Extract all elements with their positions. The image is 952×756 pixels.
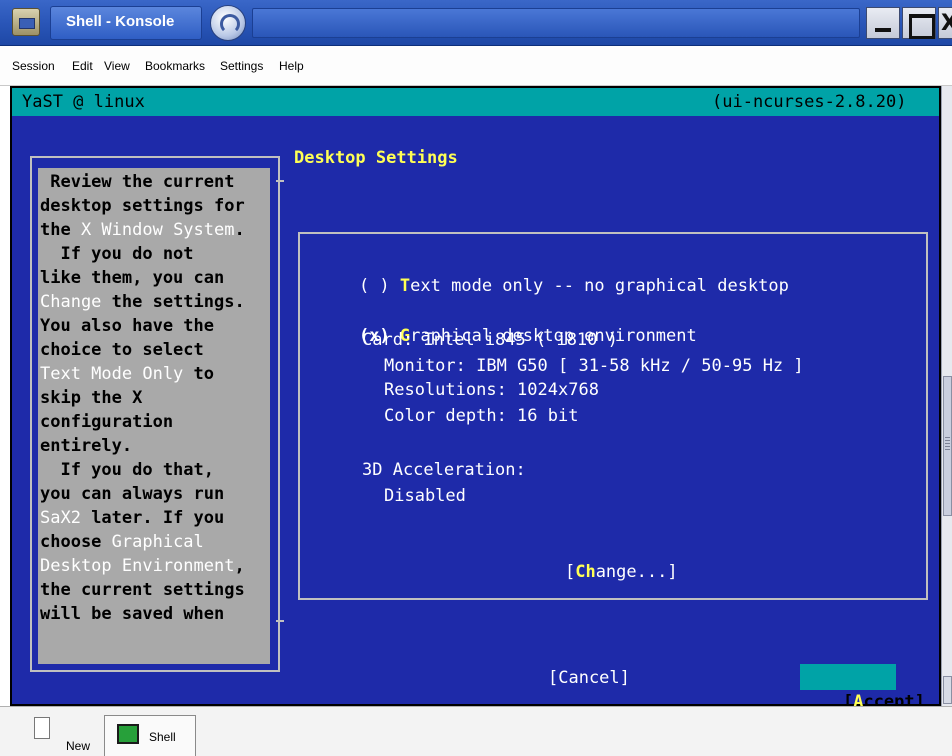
yast-terminal: YaST @ linux (ui-ncurses-2.8.20) Desktop…: [12, 88, 939, 712]
help-link-text: X Window System: [80, 220, 235, 240]
help-line: Change the settings.: [40, 290, 245, 314]
help-line: desktop settings for: [40, 194, 245, 218]
help-line: SaX2 later. If you: [40, 506, 224, 530]
help-text-segment: entirely.: [40, 436, 133, 456]
help-line: You also have the: [40, 314, 214, 338]
menu-edit[interactable]: Edit: [72, 59, 93, 73]
minimize-button[interactable]: [866, 7, 900, 39]
change-button[interactable]: [Change...]: [524, 536, 678, 608]
help-text-segment: You also have the: [40, 316, 214, 336]
help-line: the X Window System.: [40, 218, 245, 242]
help-line: you can always run: [40, 482, 224, 506]
help-line: If you do that,: [40, 458, 214, 482]
change-button-bracket: [: [564, 562, 576, 582]
resolutions-info: Resolutions: 1024x768: [384, 380, 599, 400]
scrollbar-thumb[interactable]: [943, 376, 952, 516]
scrollbar-down-arrow[interactable]: [943, 676, 952, 704]
menu-bookmarks[interactable]: Bookmarks: [145, 59, 205, 73]
help-text-segment: later. If you: [80, 508, 225, 528]
konsole-app-icon[interactable]: [12, 8, 40, 36]
help-text-segment: configuration: [40, 412, 174, 432]
shell-tab-button[interactable]: Shell: [104, 715, 196, 756]
text-mode-marker: ( ): [358, 276, 390, 296]
help-text-segment: skip the X: [40, 388, 143, 408]
help-line: will be saved when: [40, 602, 224, 626]
cancel-button[interactable]: [Cancel]: [548, 666, 630, 690]
help-text-segment: If you do that,: [40, 460, 214, 480]
text-mode-hotkey: T: [399, 276, 411, 296]
help-line: skip the X: [40, 386, 142, 410]
window-title: Shell - Konsole: [66, 13, 175, 30]
help-line: choose Graphical: [40, 530, 204, 554]
help-text-segment: the settings.: [101, 292, 245, 312]
help-text-segment: like them, you can: [40, 268, 225, 288]
text-mode-label: ext mode only -- no graphical desktop: [410, 276, 789, 296]
shell-tab-label: Shell: [149, 730, 176, 744]
help-line: the current settings: [40, 578, 245, 602]
dialog-title: Desktop Settings: [294, 148, 458, 168]
help-text-segment: the current settings: [40, 580, 245, 600]
help-link-text: Text Mode Only: [40, 364, 184, 384]
help-line: entirely.: [40, 434, 132, 458]
new-tab-button[interactable]: New: [34, 717, 100, 756]
help-line: Text Mode Only to: [40, 362, 214, 386]
change-button-label: ange...]: [595, 562, 678, 582]
help-text-segment: choose: [40, 532, 112, 552]
help-scroll-top-tick: [276, 180, 284, 182]
help-line: choice to select: [40, 338, 204, 362]
menu-session[interactable]: Session: [12, 59, 55, 73]
help-line: Review the current: [40, 170, 234, 194]
terminal-scrollbar[interactable]: [941, 86, 952, 706]
menu-view[interactable]: View: [104, 59, 130, 73]
change-button-hotkey: Ch: [575, 562, 596, 582]
close-button[interactable]: [938, 7, 952, 39]
help-text-segment: to: [183, 364, 215, 384]
card-info: Card: Intel i845 ( i810 ): [362, 330, 618, 350]
help-text-segment: will be saved when: [40, 604, 225, 624]
accel-value: Disabled: [384, 486, 466, 506]
help-line: Desktop Environment,: [40, 554, 245, 578]
new-tab-label: New: [66, 739, 91, 753]
maximize-button[interactable]: [902, 7, 936, 39]
kde-menu-icon[interactable]: [210, 5, 246, 41]
menu-help[interactable]: Help: [279, 59, 304, 73]
yast-host-label: YaST @ linux: [22, 92, 145, 112]
help-link-text: Change: [40, 292, 102, 312]
monitor-info: Monitor: IBM G50 [ 31-58 kHz / 50-95 Hz …: [384, 356, 804, 376]
yast-version-label: (ui-ncurses-2.8.20): [712, 92, 907, 112]
help-link-text: SaX2: [40, 508, 81, 528]
accel-label: 3D Acceleration:: [362, 460, 526, 480]
help-text-segment: desktop settings for: [40, 196, 245, 216]
help-link-text: Graphical: [111, 532, 204, 552]
color-depth-info: Color depth: 16 bit: [384, 406, 579, 426]
titlebar-fill: [252, 8, 860, 38]
help-line: like them, you can: [40, 266, 224, 290]
help-text-segment: choice to select: [40, 340, 204, 360]
help-text-segment: the: [40, 220, 81, 240]
new-document-icon: [34, 717, 50, 739]
help-text-segment: .: [234, 220, 245, 240]
help-line: configuration: [40, 410, 173, 434]
menu-bar: Session Edit View Bookmarks Settings Hel…: [0, 46, 952, 86]
help-text-segment: you can always run: [40, 484, 225, 504]
menu-settings[interactable]: Settings: [220, 59, 263, 73]
help-link-text: Desktop Environment: [40, 556, 235, 576]
help-scroll-bottom-tick: [276, 620, 284, 622]
help-text-segment: Review the current: [40, 172, 235, 192]
help-line: If you do not: [40, 242, 194, 266]
terminal-icon: [117, 724, 139, 744]
help-text-segment: ,: [234, 556, 245, 576]
taskbar: New Shell: [0, 706, 952, 756]
yast-header-bar: YaST @ linux (ui-ncurses-2.8.20): [12, 88, 939, 116]
window-titlebar[interactable]: Shell - Konsole: [0, 0, 952, 46]
help-text-segment: If you do not: [40, 244, 194, 264]
